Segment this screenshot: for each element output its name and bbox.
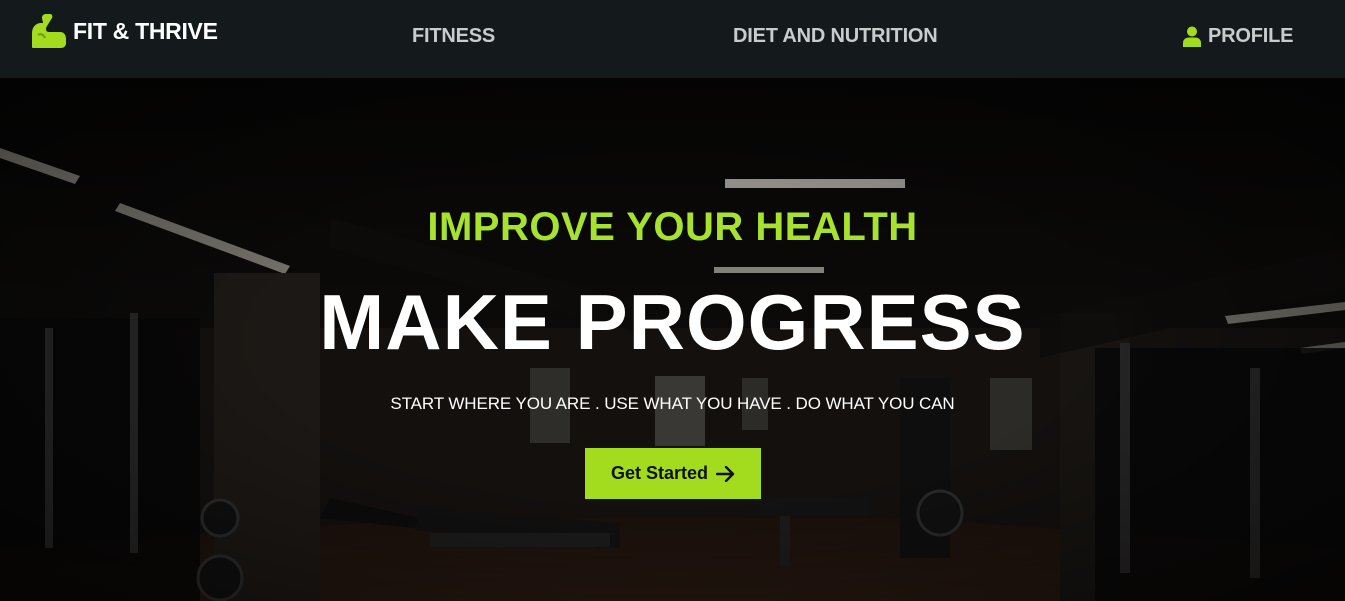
nav-link-diet-and-nutrition[interactable]: DIET AND NUTRITION — [733, 25, 938, 48]
get-started-label: Get Started — [610, 463, 709, 483]
brand-logo[interactable]: FIT & THRIVE — [29, 13, 218, 49]
profile-label: PROFILE — [1208, 25, 1294, 47]
hero-eyebrow: IMPROVE YOUR HEALTH — [427, 205, 918, 249]
top-navbar: FIT & THRIVE FITNESS DIET AND NUTRITION … — [0, 0, 1345, 78]
user-icon — [1183, 26, 1201, 47]
nav-link-profile[interactable]: PROFILE — [1183, 25, 1293, 48]
brand-name: FIT & THRIVE — [73, 17, 218, 44]
hero-title: MAKE PROGRESS — [319, 278, 1026, 366]
arrow-right-icon — [716, 465, 735, 482]
hero-tagline: START WHERE YOU ARE . USE WHAT YOU HAVE … — [390, 394, 955, 413]
get-started-button[interactable]: Get Started — [585, 448, 761, 499]
nav-link-fitness[interactable]: FITNESS — [412, 25, 495, 48]
flexed-arm-icon — [32, 14, 66, 48]
hero-section: IMPROVE YOUR HEALTH MAKE PROGRESS START … — [0, 78, 1345, 601]
